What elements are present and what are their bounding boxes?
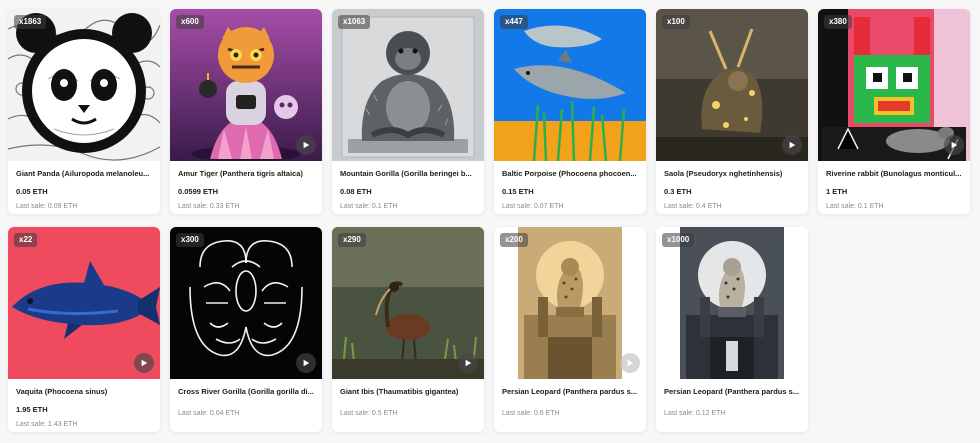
play-icon	[789, 141, 796, 149]
edition-count-badge: x200	[500, 233, 528, 247]
nft-price: 0.05 ETH	[16, 187, 48, 196]
play-video-button[interactable]	[782, 135, 802, 155]
nft-grid: x1863 Giant Panda (Ailuropoda melanoleu.…	[0, 0, 980, 443]
nft-card-vaquita[interactable]: x22 Vaquita (Phocoena sinus) 1.95 ETH La…	[8, 227, 160, 432]
nft-thumbnail[interactable]: x447	[494, 9, 646, 161]
last-sale: Last sale: 1.43 ETH	[16, 421, 78, 428]
nft-thumbnail[interactable]: x290	[332, 227, 484, 379]
nft-title[interactable]: Mountain Gorilla (Gorilla beringei b...	[340, 169, 476, 179]
nft-thumbnail[interactable]: x1863	[8, 9, 160, 161]
nft-price: 1.95 ETH	[16, 405, 48, 414]
leopard-grey-artwork	[656, 227, 808, 379]
nft-thumbnail[interactable]: x1000	[656, 227, 808, 379]
nft-card-persian-leopard-gold[interactable]: x200 Persian Leopard (Panthera pardus s.…	[494, 227, 646, 432]
nft-card-giant-ibis[interactable]: x290 Giant Ibis (Thaumatibis gigantea) L…	[332, 227, 484, 432]
nft-title[interactable]: Riverine rabbit (Bunolagus monticul...	[826, 169, 962, 179]
play-video-button[interactable]	[296, 353, 316, 373]
play-icon	[141, 359, 148, 367]
nft-thumbnail[interactable]: x1063	[332, 9, 484, 161]
last-sale: Last sale: 0.1 ETH	[340, 203, 398, 210]
play-icon	[627, 359, 634, 367]
last-sale: Last sale: 0.6 ETH	[502, 410, 560, 417]
nft-title[interactable]: Cross River Gorilla (Gorilla gorilla di.…	[178, 387, 314, 397]
nft-title[interactable]: Persian Leopard (Panthera pardus s...	[664, 387, 800, 397]
play-video-button[interactable]	[458, 353, 478, 373]
edition-count-badge: x22	[14, 233, 38, 247]
last-sale: Last sale: 0.04 ETH	[178, 410, 240, 417]
last-sale: Last sale: 0.1 ETH	[826, 203, 884, 210]
play-icon	[303, 141, 310, 149]
edition-count-badge: x290	[338, 233, 366, 247]
nft-card-mountain-gorilla[interactable]: x1063 Mountain Gorilla (Gorilla beringei…	[332, 9, 484, 214]
nft-price: 0.08 ETH	[340, 187, 372, 196]
nft-price: 0.15 ETH	[502, 187, 534, 196]
play-icon	[465, 359, 472, 367]
last-sale: Last sale: 0.07 ETH	[502, 203, 564, 210]
nft-card-baltic-porpoise[interactable]: x447 Baltic Porpoise (Phocoena phocoen..…	[494, 9, 646, 214]
porpoise-artwork	[494, 9, 646, 161]
nft-price: 0.0599 ETH	[178, 187, 219, 196]
last-sale: Last sale: 0.33 ETH	[178, 203, 240, 210]
nft-thumbnail[interactable]: x200	[494, 227, 646, 379]
nft-card-cross-river-gorilla[interactable]: x300 Cross River Gorilla (Gorilla gorill…	[170, 227, 322, 432]
panda-artwork	[8, 9, 160, 161]
gorilla-artwork	[332, 9, 484, 161]
nft-price: 1 ETH	[826, 187, 848, 196]
nft-title[interactable]: Giant Ibis (Thaumatibis gigantea)	[340, 387, 476, 397]
last-sale: Last sale: 0.09 ETH	[16, 203, 78, 210]
last-sale: Last sale: 0.12 ETH	[664, 410, 726, 417]
nft-title[interactable]: Persian Leopard (Panthera pardus s...	[502, 387, 638, 397]
edition-count-badge: x447	[500, 15, 528, 29]
edition-count-badge: x1863	[14, 15, 47, 29]
play-video-button[interactable]	[134, 353, 154, 373]
play-video-button[interactable]	[620, 353, 640, 373]
edition-count-badge: x300	[176, 233, 204, 247]
nft-title[interactable]: Giant Panda (Ailuropoda melanoleu...	[16, 169, 152, 179]
nft-title[interactable]: Saola (Pseudoryx nghetinhensis)	[664, 169, 800, 179]
nft-thumbnail[interactable]: x300	[170, 227, 322, 379]
nft-card-giant-panda[interactable]: x1863 Giant Panda (Ailuropoda melanoleu.…	[8, 9, 160, 214]
play-icon	[951, 141, 958, 149]
edition-count-badge: x1063	[338, 15, 371, 29]
nft-thumbnail[interactable]: x600	[170, 9, 322, 161]
last-sale: Last sale: 0.4 ETH	[664, 203, 722, 210]
nft-card-saola[interactable]: x100 Saola (Pseudoryx nghetinhensis) 0.3…	[656, 9, 808, 214]
edition-count-badge: x380	[824, 15, 852, 29]
nft-title[interactable]: Amur Tiger (Panthera tigris altaica)	[178, 169, 314, 179]
nft-card-persian-leopard-grey[interactable]: x1000 Persian Leopard (Panthera pardus s…	[656, 227, 808, 432]
last-sale: Last sale: 0.5 ETH	[340, 410, 398, 417]
nft-card-amur-tiger[interactable]: x600 Amur Tiger (Panthera tigris altaica…	[170, 9, 322, 214]
nft-title[interactable]: Vaquita (Phocoena sinus)	[16, 387, 152, 397]
edition-count-badge: x100	[662, 15, 690, 29]
nft-title[interactable]: Baltic Porpoise (Phocoena phocoen...	[502, 169, 638, 179]
nft-card-riverine-rabbit[interactable]: x380 Riverine rabbit (Bunolagus monticul…	[818, 9, 970, 214]
edition-count-badge: x600	[176, 15, 204, 29]
nft-thumbnail[interactable]: x22	[8, 227, 160, 379]
nft-thumbnail[interactable]: x380	[818, 9, 970, 161]
nft-price: 0.3 ETH	[664, 187, 692, 196]
play-video-button[interactable]	[944, 135, 964, 155]
play-icon	[303, 359, 310, 367]
edition-count-badge: x1000	[662, 233, 695, 247]
nft-thumbnail[interactable]: x100	[656, 9, 808, 161]
play-video-button[interactable]	[296, 135, 316, 155]
